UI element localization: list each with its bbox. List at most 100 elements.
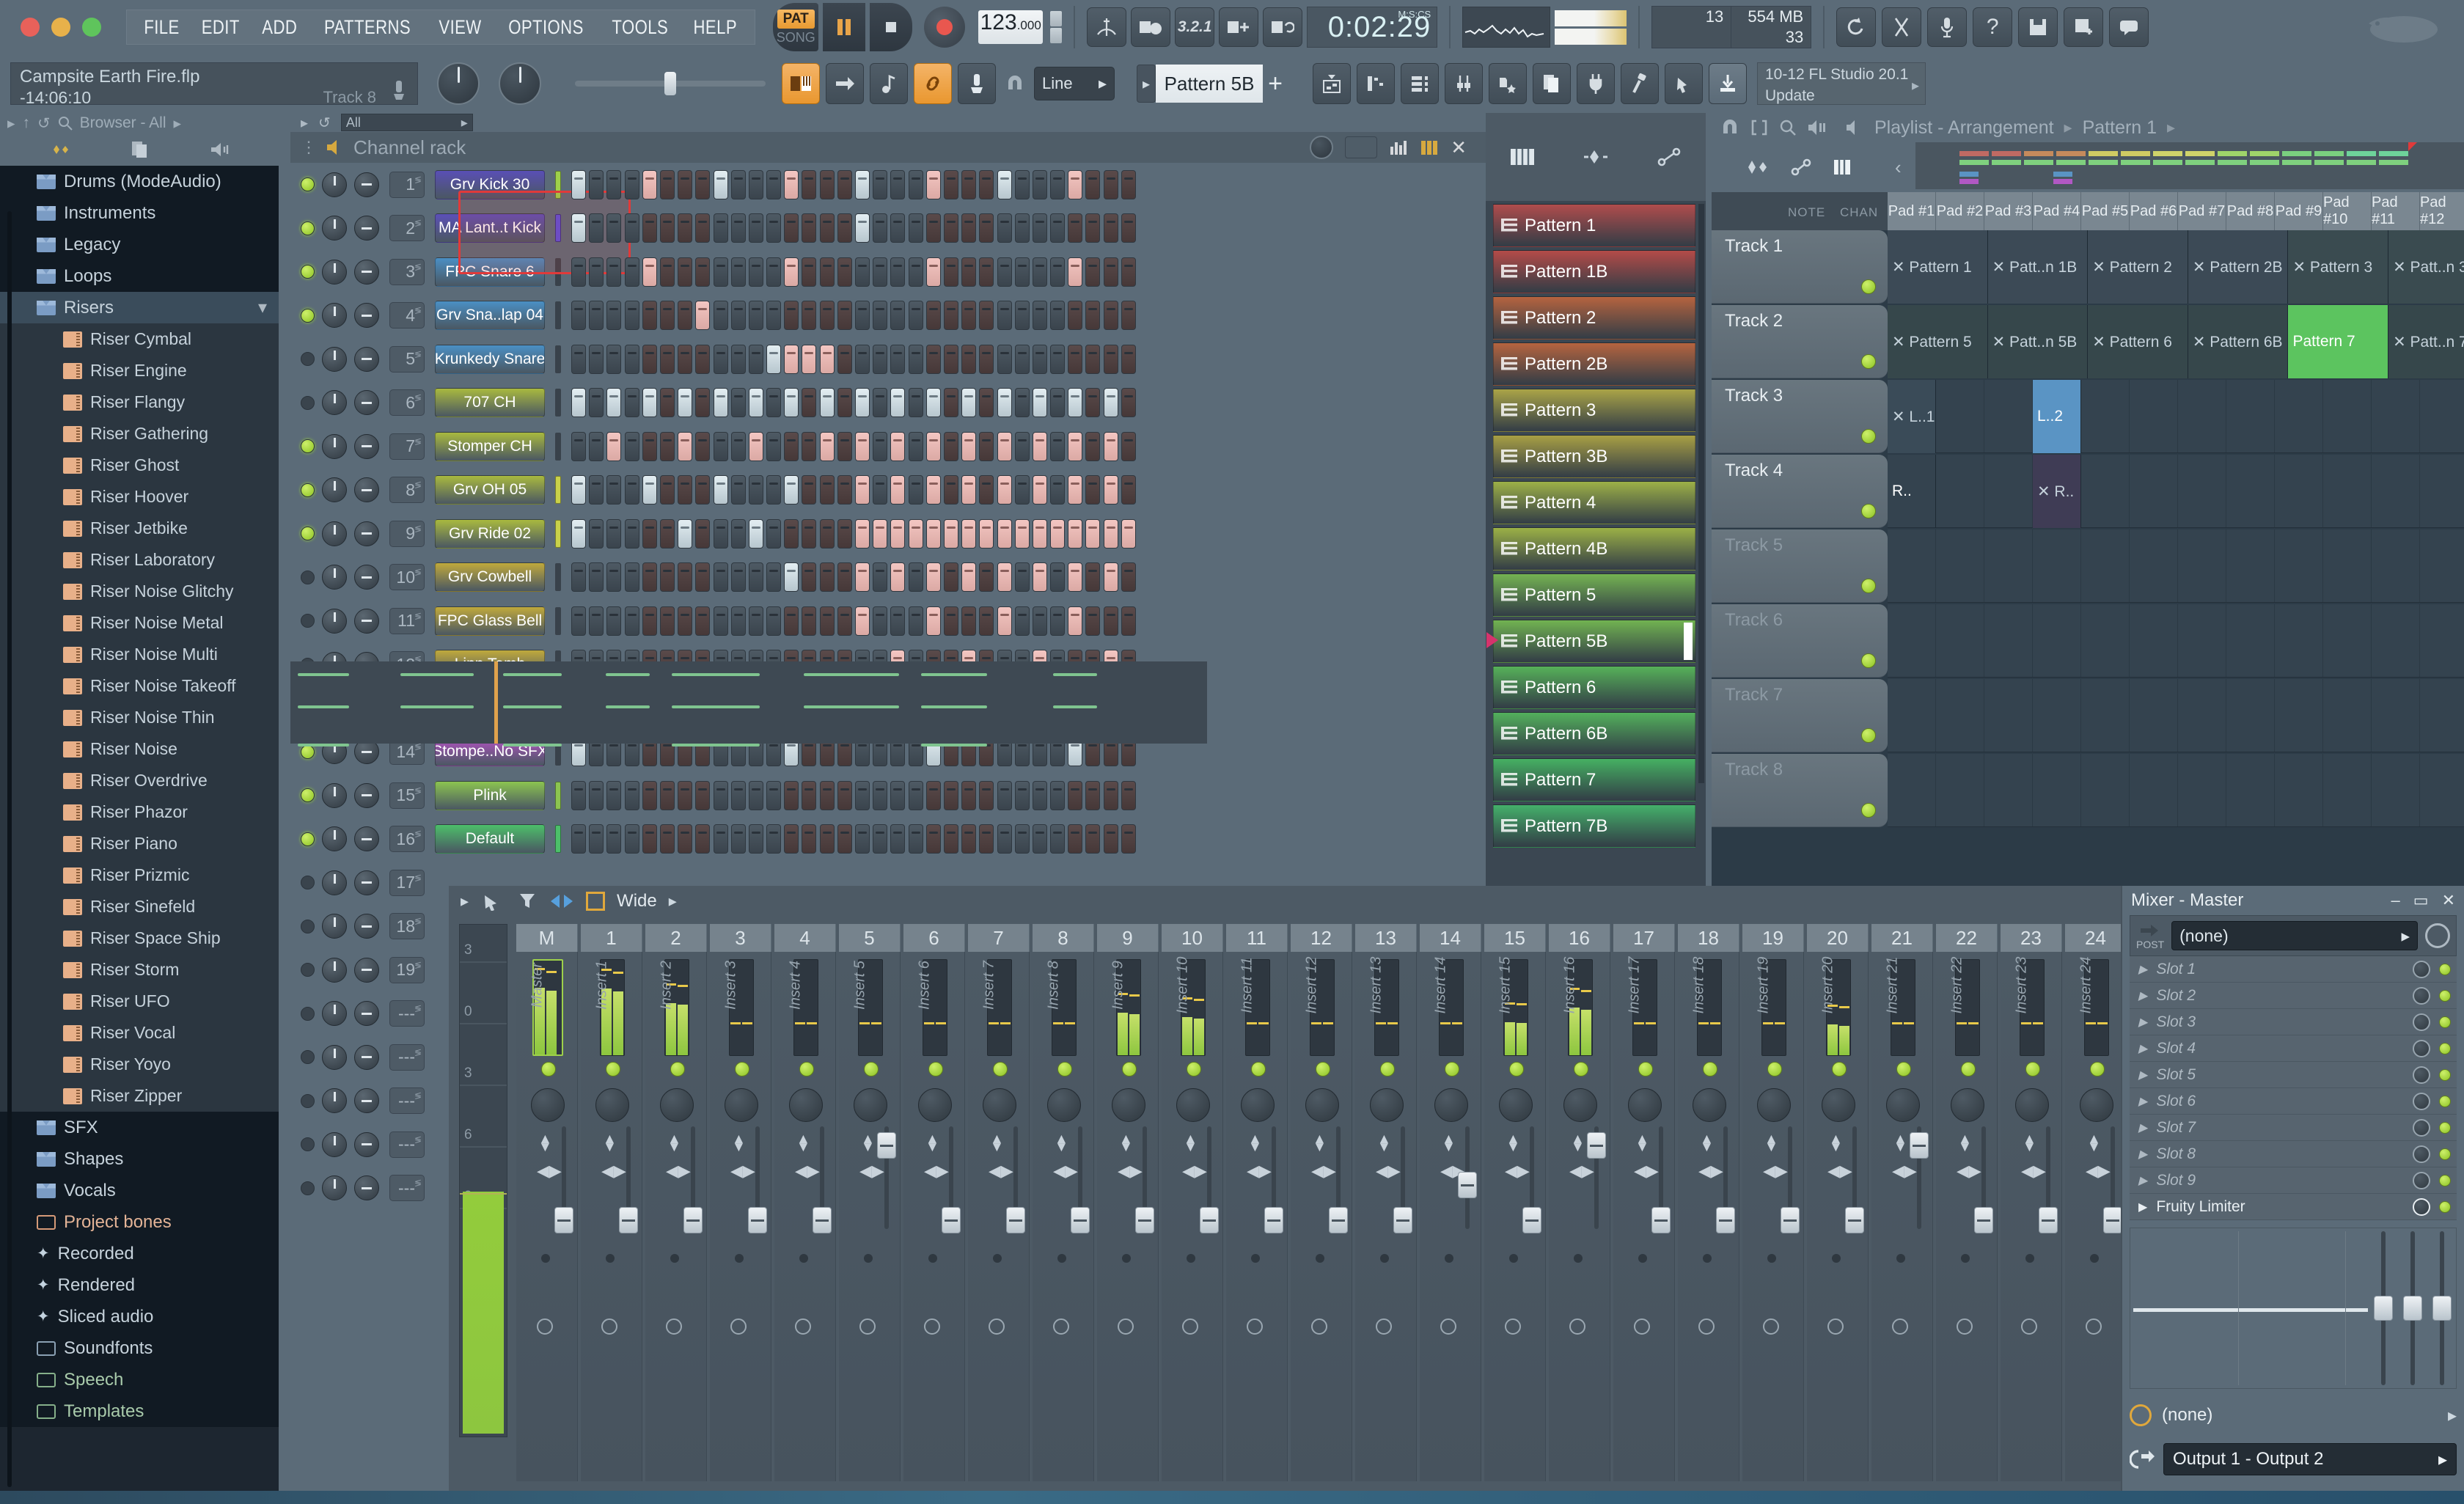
step-button[interactable] <box>748 780 763 810</box>
step-button[interactable] <box>961 169 977 199</box>
step-button[interactable] <box>642 431 657 461</box>
mixer-channel-enable-led[interactable] <box>1832 1062 1847 1076</box>
mixer-volume-fader[interactable] <box>619 1207 638 1233</box>
step-button[interactable] <box>1103 606 1118 636</box>
channel-number[interactable]: 19 ≶ <box>389 956 425 983</box>
step-button[interactable] <box>837 257 852 287</box>
step-button[interactable] <box>890 780 906 810</box>
step-button[interactable] <box>571 344 586 374</box>
channel-number[interactable]: 1 ≶ <box>389 171 425 198</box>
browser-item-10[interactable]: Riser Hoover <box>0 481 279 513</box>
mixer-channel-enable-led[interactable] <box>2025 1062 2040 1076</box>
mixer-channel-pan-knob[interactable] <box>1370 1088 1404 1122</box>
step-button[interactable] <box>1050 301 1066 331</box>
step-button[interactable] <box>730 475 746 505</box>
step-button[interactable] <box>606 780 622 810</box>
step-button[interactable] <box>802 606 817 636</box>
pattern-prev-button[interactable]: ▸ <box>1137 65 1156 103</box>
step-button[interactable] <box>678 169 693 199</box>
step-button[interactable] <box>890 562 906 593</box>
step-sequencer-row[interactable] <box>571 824 1136 854</box>
step-button[interactable] <box>1121 213 1136 243</box>
channel-number[interactable]: --- ≶ <box>389 1131 425 1158</box>
step-button[interactable] <box>730 431 746 461</box>
channel-name[interactable]: Grv Sna..lap 04 <box>435 301 545 331</box>
step-button[interactable] <box>908 606 923 636</box>
pattern-list-item[interactable]: Pattern 3B <box>1493 435 1695 478</box>
step-button[interactable] <box>659 606 675 636</box>
mixer-volume-fader[interactable] <box>1587 1132 1606 1159</box>
browser-item-7[interactable]: Riser Flangy <box>0 386 279 418</box>
step-button[interactable] <box>748 824 763 854</box>
playlist-track-led[interactable] <box>1861 279 1876 294</box>
save-button[interactable] <box>2018 7 2058 47</box>
step-button[interactable] <box>997 169 1012 199</box>
snap-select[interactable]: Line ▸ <box>1034 67 1115 100</box>
mixer-channel-pan-knob[interactable] <box>1693 1088 1726 1122</box>
mixer-channel-enable-led[interactable] <box>1574 1062 1588 1076</box>
step-button[interactable] <box>908 562 923 593</box>
add-pattern-button[interactable]: + <box>1263 65 1288 103</box>
mixer-insert-channel[interactable]: 17 Insert 17 ▲ ▼ ◀▶ <box>1613 924 1675 1481</box>
record-button[interactable] <box>924 7 966 48</box>
mixer-pan-icon[interactable]: ◀▶ <box>795 1162 820 1181</box>
project-info-panel[interactable]: Campsite Earth Fire.flp -14:06:10 Track … <box>10 62 418 107</box>
step-button[interactable] <box>730 344 746 374</box>
mixer-channel-clock-icon[interactable] <box>1247 1318 1263 1335</box>
browser-item-25[interactable]: Riser Storm <box>0 954 279 986</box>
step-button[interactable] <box>961 606 977 636</box>
browser-item-4[interactable]: Risers ▾ <box>0 292 279 323</box>
menu-tools[interactable]: TOOLS <box>612 16 669 39</box>
mixer-pan-icon[interactable]: ◀▶ <box>1247 1162 1272 1181</box>
mixer-volume-fader[interactable] <box>1910 1132 1929 1159</box>
step-button[interactable] <box>713 388 728 418</box>
step-button[interactable] <box>1068 344 1083 374</box>
eq-band-2-knob[interactable] <box>2403 1296 2422 1321</box>
mixer-stereo-arrows-icon[interactable]: ▲ ▼ <box>603 1132 617 1154</box>
step-button[interactable] <box>1050 257 1066 287</box>
effect-slot-led[interactable] <box>2439 1174 2451 1186</box>
step-button[interactable] <box>890 431 906 461</box>
mixer-insert-channel[interactable]: 18 Insert 18 ▲ ▼ ◀▶ <box>1678 924 1739 1481</box>
step-button[interactable] <box>961 344 977 374</box>
step-button[interactable] <box>589 518 604 549</box>
step-button[interactable] <box>855 213 870 243</box>
step-button[interactable] <box>1085 388 1101 418</box>
piano-roll-note[interactable] <box>921 673 987 676</box>
step-button[interactable] <box>642 824 657 854</box>
mixer-stereo-arrows-icon[interactable]: ▲ ▼ <box>2023 1132 2036 1154</box>
channel-volume-knob[interactable] <box>322 216 347 241</box>
channel-number[interactable]: 11 ≶ <box>389 607 425 634</box>
mixer-channel-header[interactable]: 14 <box>1420 924 1481 952</box>
step-button[interactable] <box>589 213 604 243</box>
step-button[interactable] <box>642 301 657 331</box>
channel-name[interactable]: Grv Ride 02 <box>435 518 545 549</box>
playlist-track-lane[interactable] <box>1888 529 2464 603</box>
plugin-picker-button[interactable] <box>1577 63 1615 104</box>
mixer-channel-enable-led[interactable] <box>1638 1062 1653 1076</box>
note-tool-button[interactable] <box>870 63 908 104</box>
mixer-insert-channel[interactable]: 4 Insert 4 ▲ ▼ ◀▶ <box>774 924 836 1481</box>
step-button[interactable] <box>925 562 941 593</box>
step-button[interactable] <box>1068 257 1083 287</box>
effect-slot[interactable]: ▶ Slot 7 <box>2130 1115 2457 1141</box>
automation-link-icon[interactable] <box>1790 158 1812 177</box>
playlist-pad-header[interactable]: Pad #4 <box>2033 192 2081 230</box>
mixer-pan-icon[interactable]: ◀▶ <box>1698 1162 1723 1181</box>
mixer-channel-header[interactable]: 6 <box>903 924 965 952</box>
step-button[interactable] <box>1032 431 1047 461</box>
step-button[interactable] <box>589 169 604 199</box>
eq-graph[interactable] <box>2130 1228 2457 1389</box>
grip-icon[interactable]: ⋮ <box>301 138 317 157</box>
countdown-button[interactable]: 3.2.1 <box>1175 7 1215 47</box>
step-button[interactable] <box>713 213 728 243</box>
browser-item-11[interactable]: Riser Jetbike <box>0 513 279 544</box>
playlist-clip[interactable]: L..2 <box>2033 380 2081 453</box>
menu-help[interactable]: HELP <box>693 16 736 39</box>
mixer-stereo-arrows-icon[interactable]: ▲ ▼ <box>1119 1132 1133 1154</box>
playhead[interactable] <box>494 661 498 744</box>
channel-pan-knob[interactable] <box>354 1001 379 1027</box>
browser-item-16[interactable]: Riser Noise Takeoff <box>0 670 279 702</box>
mixer-stereo-arrows-icon[interactable]: ▲ ▼ <box>796 1132 810 1154</box>
channel-pan-knob[interactable] <box>354 390 379 416</box>
